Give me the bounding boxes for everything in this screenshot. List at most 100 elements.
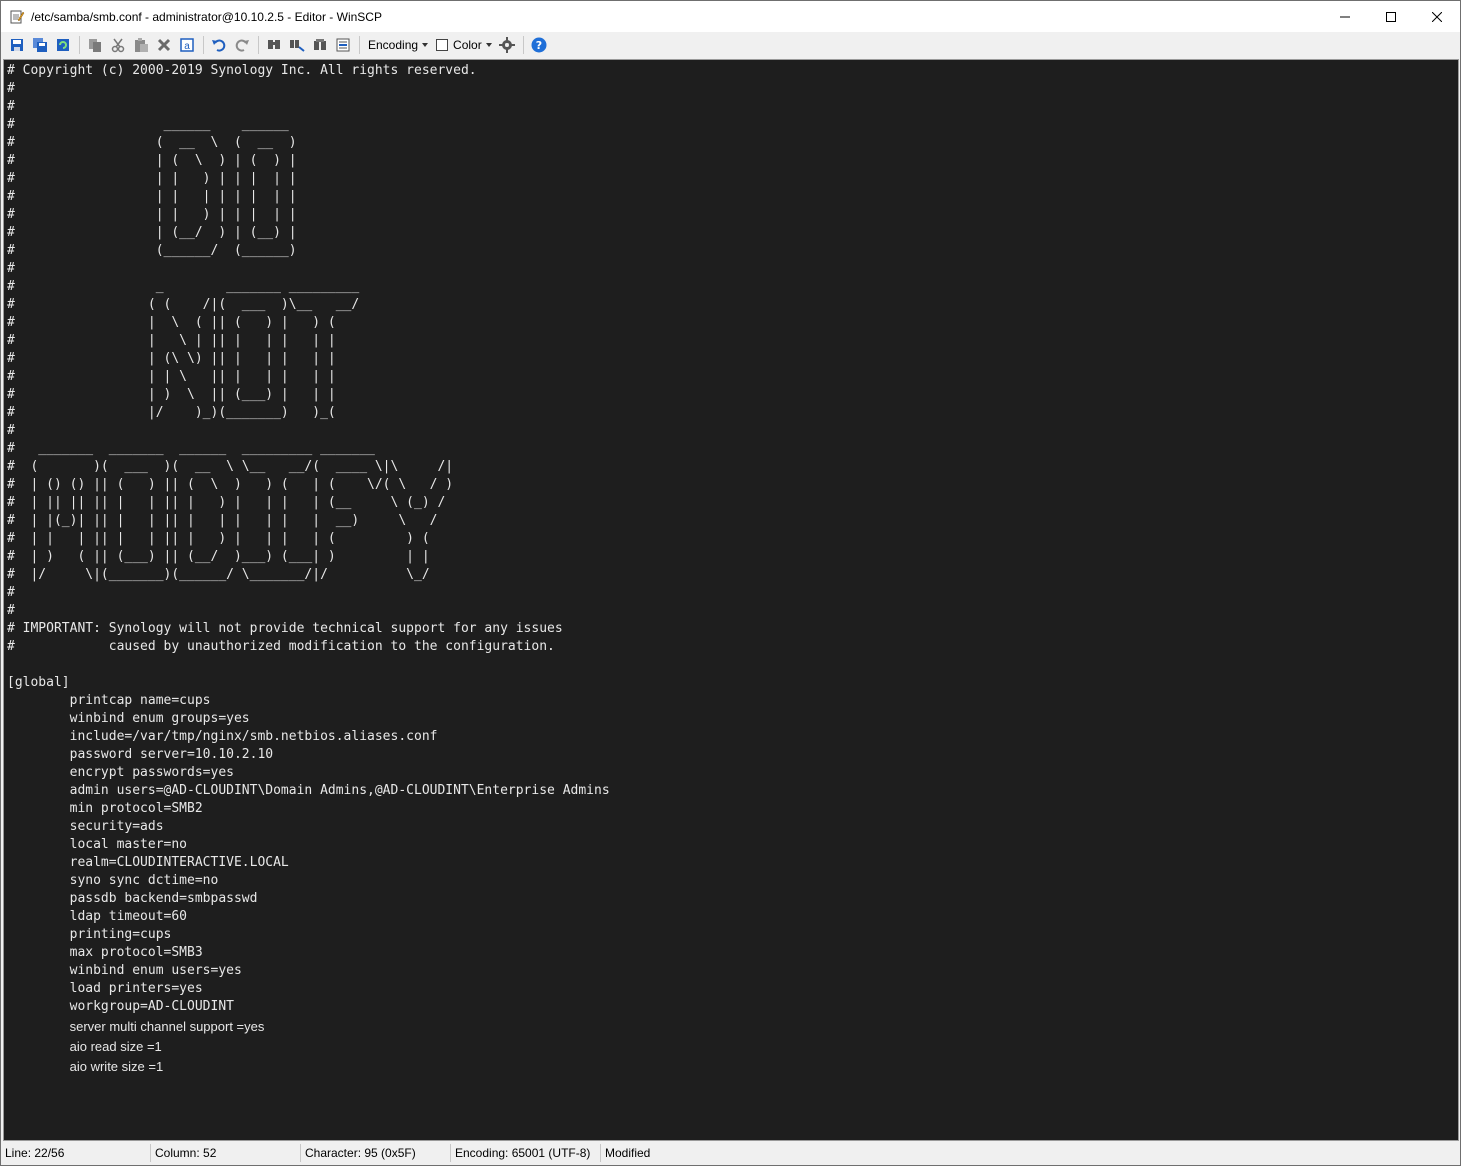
color-label: Color bbox=[453, 38, 482, 52]
code-line[interactable]: workgroup=AD-CLOUDINT bbox=[7, 998, 1458, 1016]
reload-button[interactable] bbox=[52, 34, 74, 56]
code-line[interactable]: # | ) \ || (___) | | | bbox=[7, 386, 1458, 404]
redo-icon bbox=[235, 39, 249, 52]
save-icon bbox=[11, 39, 23, 51]
code-line[interactable]: realm=CLOUDINTERACTIVE.LOCAL bbox=[7, 854, 1458, 872]
code-line[interactable]: # bbox=[7, 260, 1458, 278]
code-line[interactable]: [global] bbox=[7, 674, 1458, 692]
copy-icon bbox=[89, 39, 101, 52]
window-controls bbox=[1322, 1, 1460, 32]
code-line[interactable]: # bbox=[7, 422, 1458, 440]
code-line[interactable]: ldap timeout=60 bbox=[7, 908, 1458, 926]
code-line[interactable]: include=/var/tmp/nginx/smb.netbios.alias… bbox=[7, 728, 1458, 746]
code-line[interactable]: # caused by unauthorized modification to… bbox=[7, 638, 1458, 656]
status-column: Column: 52 bbox=[151, 1144, 301, 1162]
code-line[interactable]: # | | | || | | || | ) | | | | ( ) ( bbox=[7, 530, 1458, 548]
minimize-icon bbox=[1340, 16, 1350, 17]
code-line[interactable]: # | () () || ( ) || ( \ ) ) ( | ( \/( \ … bbox=[7, 476, 1458, 494]
status-character: Character: 95 (0x5F) bbox=[301, 1144, 451, 1162]
code-line[interactable]: # | || || || | | || | ) | | | | (__ \ (_… bbox=[7, 494, 1458, 512]
code-line[interactable]: aio read size =1 bbox=[7, 1036, 1458, 1056]
gear-icon bbox=[498, 37, 515, 53]
encoding-label: Encoding bbox=[368, 38, 419, 52]
code-line[interactable]: # bbox=[7, 98, 1458, 116]
code-line[interactable]: # bbox=[7, 80, 1458, 98]
save-button[interactable] bbox=[6, 34, 28, 56]
svg-text:?: ? bbox=[536, 39, 542, 52]
code-line[interactable]: # (______/ (______) bbox=[7, 242, 1458, 260]
code-line[interactable]: local master=no bbox=[7, 836, 1458, 854]
code-line[interactable]: # | | \ || | | | | | bbox=[7, 368, 1458, 386]
code-line[interactable]: # IMPORTANT: Synology will not provide t… bbox=[7, 620, 1458, 638]
code-line[interactable]: # | | ) | | | | | bbox=[7, 206, 1458, 224]
code-line[interactable]: security=ads bbox=[7, 818, 1458, 836]
cut-button[interactable] bbox=[107, 34, 129, 56]
code-line[interactable]: # |/ )_)(_______) )_( bbox=[7, 404, 1458, 422]
code-line[interactable]: # Copyright (c) 2000-2019 Synology Inc. … bbox=[7, 62, 1458, 80]
code-line[interactable]: # ( )( ___ )( __ \ \__ __/( ____ \|\ /| bbox=[7, 458, 1458, 476]
status-line: Line: 22/56 bbox=[1, 1144, 151, 1162]
close-button[interactable] bbox=[1414, 1, 1460, 32]
code-line[interactable] bbox=[7, 656, 1458, 674]
undo-button[interactable] bbox=[208, 34, 230, 56]
code-line[interactable]: aio write size =1 bbox=[7, 1056, 1458, 1076]
toolbar-separator bbox=[258, 36, 259, 54]
help-button[interactable]: ? bbox=[528, 34, 550, 56]
delete-button[interactable] bbox=[153, 34, 175, 56]
code-line[interactable]: server multi channel support =yes bbox=[7, 1016, 1458, 1036]
code-line[interactable]: # ______ ______ bbox=[7, 116, 1458, 134]
encoding-dropdown[interactable]: Encoding bbox=[364, 34, 432, 56]
title-bar[interactable]: /etc/samba/smb.conf - administrator@10.1… bbox=[1, 1, 1460, 32]
code-line[interactable]: # | (\ \) || | | | | | bbox=[7, 350, 1458, 368]
paste-button[interactable] bbox=[130, 34, 152, 56]
code-line[interactable]: # | \ ( || ( ) | ) ( bbox=[7, 314, 1458, 332]
select-all-button[interactable]: a bbox=[176, 34, 198, 56]
code-line[interactable]: # | (__/ ) | (__) | bbox=[7, 224, 1458, 242]
copy-button[interactable] bbox=[84, 34, 106, 56]
code-content[interactable]: # Copyright (c) 2000-2019 Synology Inc. … bbox=[4, 60, 1458, 1076]
goto-line-button[interactable] bbox=[332, 34, 354, 56]
color-dropdown[interactable]: Color bbox=[432, 34, 496, 56]
code-line[interactable]: # ( ( /|( ___ )\__ __/ bbox=[7, 296, 1458, 314]
reload-icon bbox=[57, 39, 69, 51]
code-line[interactable]: # |/ \|(_______)(______/ \_______/|/ \_/ bbox=[7, 566, 1458, 584]
redo-button[interactable] bbox=[231, 34, 253, 56]
code-line[interactable]: max protocol=SMB3 bbox=[7, 944, 1458, 962]
text-editor[interactable]: # Copyright (c) 2000-2019 Synology Inc. … bbox=[3, 59, 1459, 1141]
find-button[interactable] bbox=[263, 34, 285, 56]
save-all-button[interactable] bbox=[29, 34, 51, 56]
editor-window: /etc/samba/smb.conf - administrator@10.1… bbox=[0, 0, 1461, 1166]
toolbar-separator bbox=[79, 36, 80, 54]
color-checkbox[interactable] bbox=[436, 39, 449, 51]
code-line[interactable]: # bbox=[7, 602, 1458, 620]
code-line[interactable]: # | |(_)| || | | || | | | | | | __) \ / bbox=[7, 512, 1458, 530]
minimize-button[interactable] bbox=[1322, 1, 1368, 32]
code-line[interactable]: admin users=@AD-CLOUDINT\Domain Admins,@… bbox=[7, 782, 1458, 800]
code-line[interactable]: winbind enum users=yes bbox=[7, 962, 1458, 980]
code-line[interactable]: syno sync dctime=no bbox=[7, 872, 1458, 890]
code-line[interactable]: # | | | | | | | | bbox=[7, 188, 1458, 206]
code-line[interactable]: printcap name=cups bbox=[7, 692, 1458, 710]
find-next-button[interactable] bbox=[309, 34, 331, 56]
code-line[interactable]: # | | ) | | | | | bbox=[7, 170, 1458, 188]
code-line[interactable]: # ( __ \ ( __ ) bbox=[7, 134, 1458, 152]
code-line[interactable]: # _ _______ _________ bbox=[7, 278, 1458, 296]
code-line[interactable]: min protocol=SMB2 bbox=[7, 800, 1458, 818]
code-line[interactable]: # bbox=[7, 584, 1458, 602]
replace-button[interactable] bbox=[286, 34, 308, 56]
code-line[interactable]: load printers=yes bbox=[7, 980, 1458, 998]
code-line[interactable]: # | \ | || | | | | | bbox=[7, 332, 1458, 350]
maximize-button[interactable] bbox=[1368, 1, 1414, 32]
code-line[interactable]: # | ( \ ) | ( ) | bbox=[7, 152, 1458, 170]
toolbar-separator bbox=[522, 36, 524, 54]
delete-icon bbox=[157, 38, 171, 52]
code-line[interactable]: # | ) ( || (___) || (__/ )___) (___| ) |… bbox=[7, 548, 1458, 566]
code-line[interactable]: passdb backend=smbpasswd bbox=[7, 890, 1458, 908]
code-line[interactable]: password server=10.10.2.10 bbox=[7, 746, 1458, 764]
code-line[interactable]: encrypt passwords=yes bbox=[7, 764, 1458, 782]
code-line[interactable]: winbind enum groups=yes bbox=[7, 710, 1458, 728]
code-line[interactable]: # _______ _______ ______ _________ _____… bbox=[7, 440, 1458, 458]
code-line[interactable]: printing=cups bbox=[7, 926, 1458, 944]
preferences-button[interactable] bbox=[496, 34, 518, 56]
undo-icon bbox=[212, 39, 226, 52]
